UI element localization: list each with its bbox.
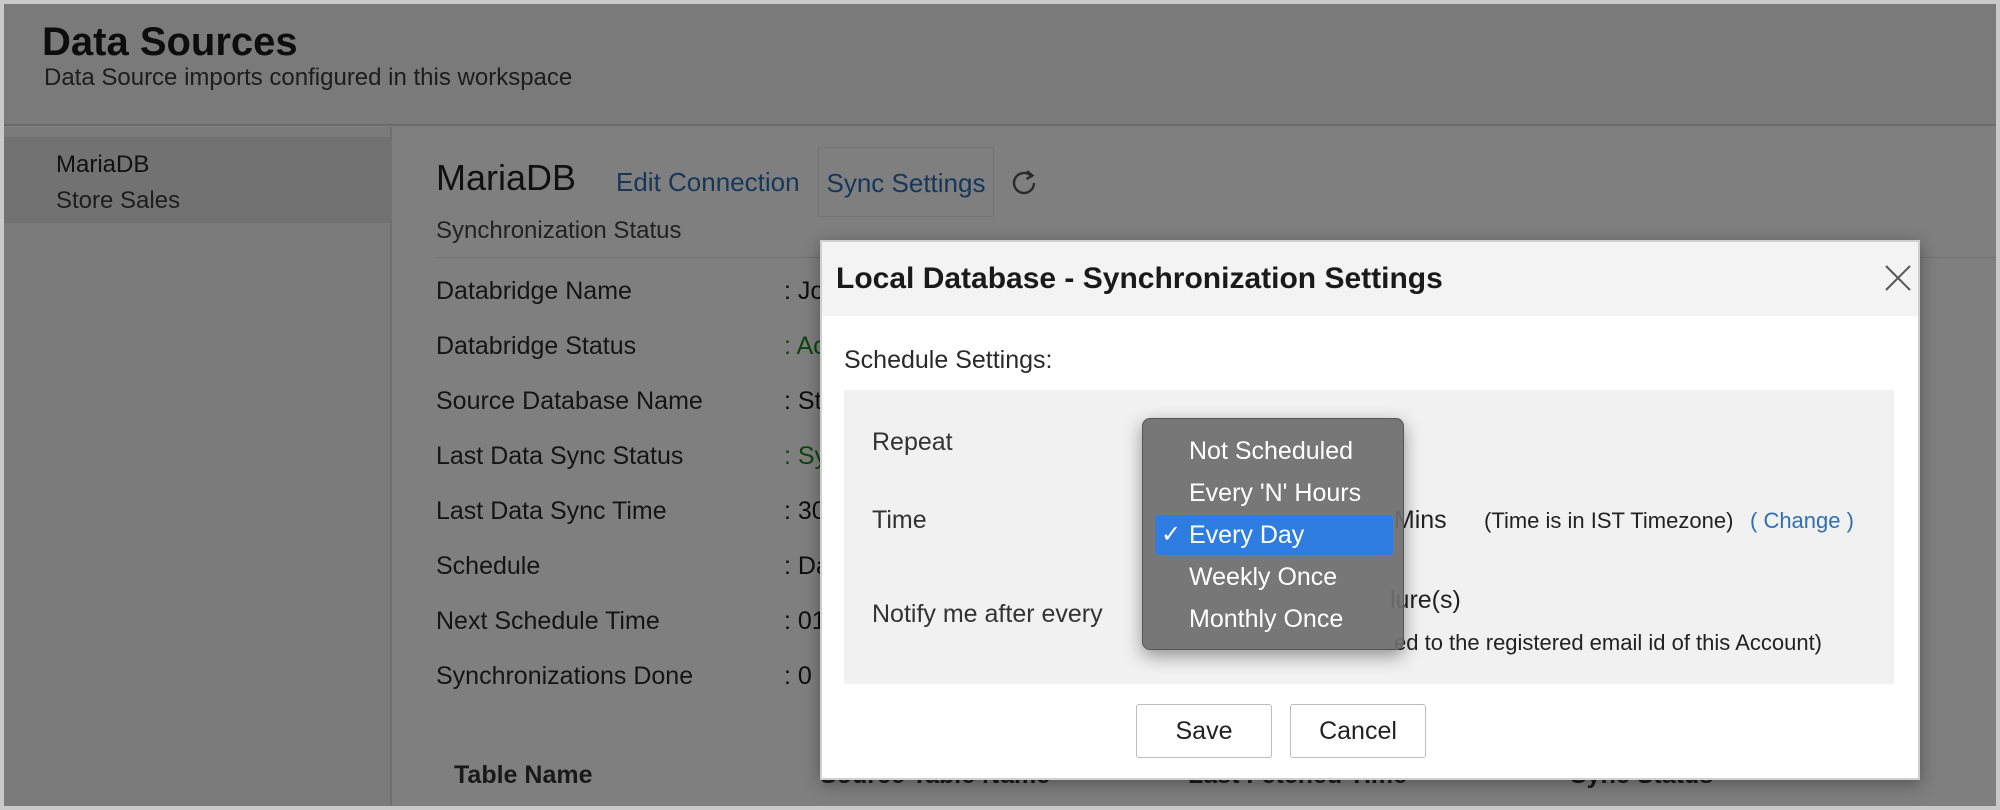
- time-label: Time: [872, 506, 927, 534]
- dropdown-option-weekly-once[interactable]: Weekly Once: [1155, 557, 1393, 597]
- change-timezone-link[interactable]: ( Change ): [1750, 508, 1854, 534]
- dialog-title: Local Database - Synchronization Setting…: [836, 262, 1443, 295]
- option-label: Every Day: [1189, 521, 1305, 549]
- option-label: Every 'N' Hours: [1189, 479, 1362, 507]
- cancel-button[interactable]: Cancel: [1290, 704, 1426, 758]
- repeat-label: Repeat: [872, 428, 953, 456]
- dropdown-option-monthly-once[interactable]: Monthly Once: [1155, 599, 1393, 639]
- dropdown-option-every-day[interactable]: ✓ Every Day: [1155, 515, 1393, 555]
- dialog-header: Local Database - Synchronization Setting…: [822, 242, 1918, 316]
- save-button[interactable]: Save: [1136, 704, 1272, 758]
- notify-label: Notify me after every: [872, 600, 1103, 628]
- app-window: Data Sources Data Source imports configu…: [0, 0, 2000, 810]
- timezone-note: (Time is in IST Timezone): [1484, 508, 1734, 533]
- option-label: Monthly Once: [1189, 605, 1344, 633]
- repeat-dropdown-menu: Not Scheduled Every 'N' Hours ✓ Every Da…: [1142, 418, 1404, 650]
- dropdown-option-every-n-hours[interactable]: Every 'N' Hours: [1155, 473, 1393, 513]
- notify-note: ed to the registered email id of this Ac…: [1394, 630, 1823, 655]
- option-label: Weekly Once: [1189, 563, 1338, 591]
- dropdown-option-not-scheduled[interactable]: Not Scheduled: [1155, 431, 1393, 471]
- close-icon[interactable]: [1880, 260, 1916, 296]
- schedule-settings-label: Schedule Settings:: [844, 346, 1053, 374]
- checkmark-icon: ✓: [1161, 520, 1182, 548]
- option-label: Not Scheduled: [1189, 437, 1354, 465]
